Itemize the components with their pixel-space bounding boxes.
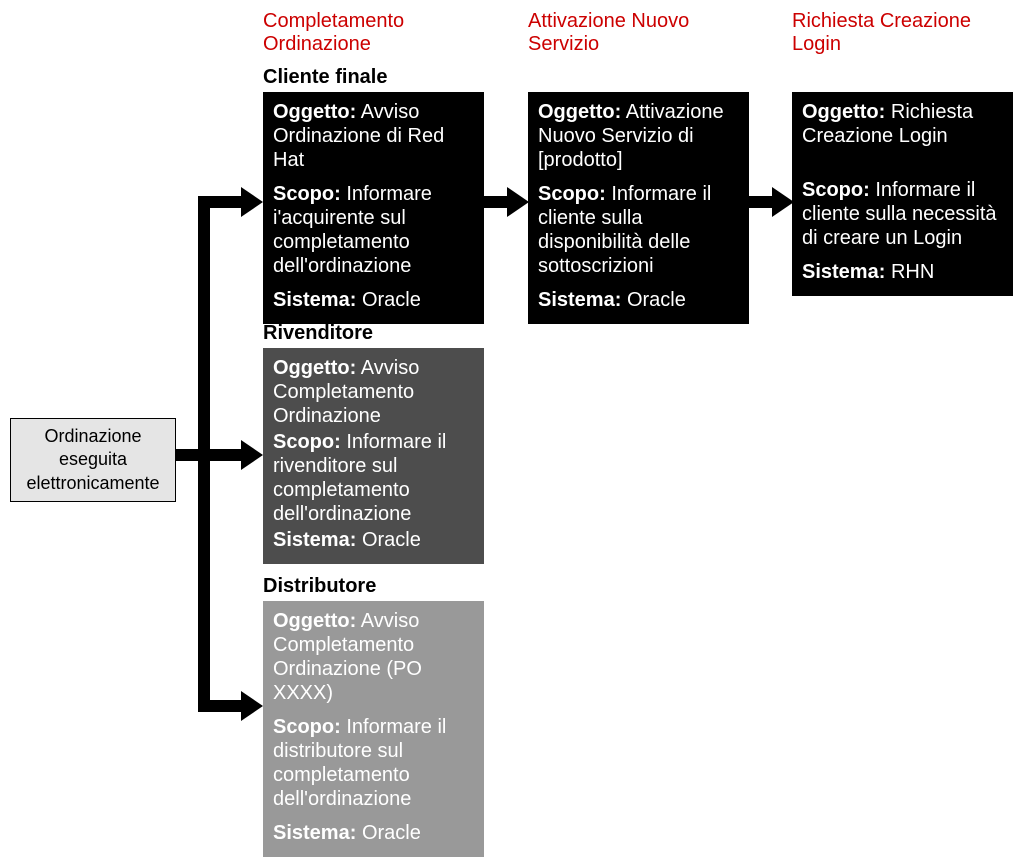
label-scopo: Scopo: <box>273 716 341 738</box>
subheader-cliente-finale: Cliente finale <box>263 66 387 89</box>
label-sistema: Sistema: <box>273 289 356 311</box>
label-scopo: Scopo: <box>802 179 870 201</box>
card-cf1-sistema: Oracle <box>362 289 421 311</box>
label-sistema: Sistema: <box>273 822 356 844</box>
card-cliente-finale-attivazione: Oggetto: Attivazione Nuovo Servizio di [… <box>528 92 749 324</box>
card-cf2-sistema: Oracle <box>627 289 686 311</box>
label-oggetto: Oggetto: <box>538 101 621 123</box>
label-scopo: Scopo: <box>538 183 606 205</box>
card-cliente-finale-richiesta: Oggetto: Richiesta Creazione Login Scopo… <box>792 92 1013 296</box>
card-riv-sistema: Oracle <box>362 529 421 551</box>
start-line-1: Ordinazione <box>44 426 141 446</box>
start-line-3: elettronicamente <box>26 473 159 493</box>
label-sistema: Sistema: <box>538 289 621 311</box>
label-scopo: Scopo: <box>273 183 341 205</box>
card-dist-sistema: Oracle <box>362 822 421 844</box>
start-box: Ordinazione eseguita elettronicamente <box>10 418 176 502</box>
label-oggetto: Oggetto: <box>802 101 885 123</box>
column-header-attivazione: Attivazione Nuovo Servizio <box>528 10 728 56</box>
label-scopo: Scopo: <box>273 431 341 453</box>
subheader-distributore: Distributore <box>263 575 376 598</box>
card-cliente-finale-completamento: Oggetto: Avviso Ordinazione di Red Hat S… <box>263 92 484 324</box>
label-oggetto: Oggetto: <box>273 610 356 632</box>
card-cf3-sistema: RHN <box>891 261 934 283</box>
label-sistema: Sistema: <box>802 261 885 283</box>
column-header-richiesta: Richiesta Creazione Login <box>792 10 1012 56</box>
label-oggetto: Oggetto: <box>273 101 356 123</box>
card-rivenditore: Oggetto: Avviso Completamento Ordinazion… <box>263 348 484 564</box>
start-line-2: eseguita <box>59 449 127 469</box>
column-header-completamento: Completamento Ordinazione <box>263 10 463 56</box>
label-oggetto: Oggetto: <box>273 357 356 379</box>
label-sistema: Sistema: <box>273 529 356 551</box>
subheader-rivenditore: Rivenditore <box>263 322 373 345</box>
